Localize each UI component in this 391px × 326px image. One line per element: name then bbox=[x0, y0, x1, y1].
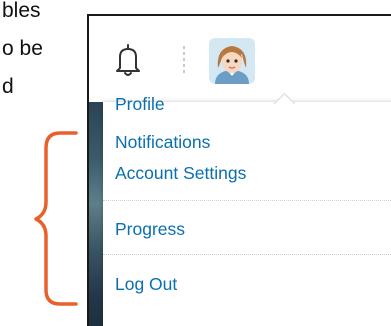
menu-item-account-settings[interactable]: Account Settings bbox=[115, 164, 246, 183]
menu-item-log-out[interactable]: Log Out bbox=[115, 275, 177, 294]
menu-separator bbox=[103, 254, 391, 255]
bell-icon[interactable] bbox=[111, 42, 145, 83]
menu-item-profile[interactable]: Profile bbox=[115, 95, 165, 114]
account-panel: Profile Notifications Account Settings P… bbox=[87, 14, 391, 326]
menu-item-notifications[interactable]: Notifications bbox=[115, 133, 210, 152]
menu-item-progress[interactable]: Progress bbox=[115, 220, 185, 239]
top-navbar bbox=[89, 16, 391, 102]
avatar[interactable] bbox=[209, 38, 255, 84]
user-avatar-icon bbox=[209, 38, 255, 84]
account-dropdown-menu: Profile Notifications Account Settings P… bbox=[103, 95, 391, 326]
background-photo-strip bbox=[89, 102, 103, 326]
menu-separator bbox=[103, 200, 391, 201]
navbar-divider bbox=[183, 46, 185, 76]
orange-bracket-annotation bbox=[34, 131, 78, 306]
